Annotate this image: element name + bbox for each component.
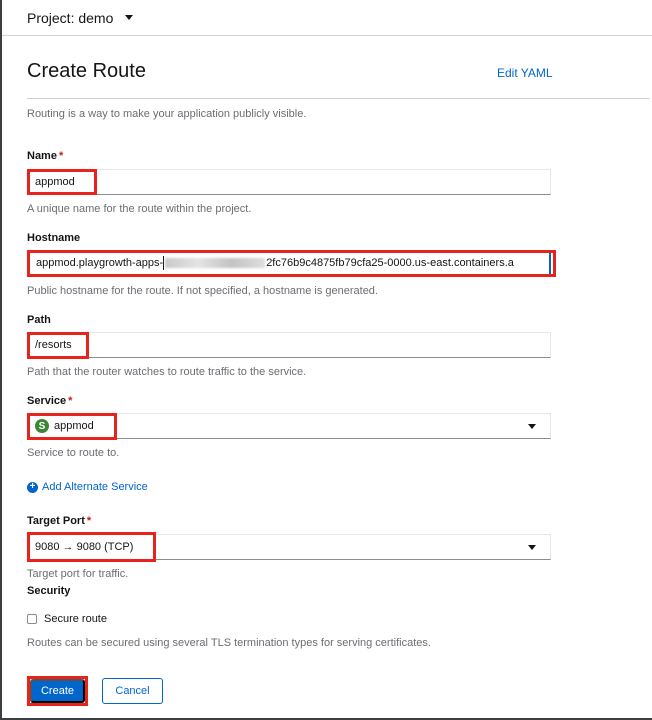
text-cursor xyxy=(163,256,165,270)
secure-route-row[interactable]: Secure route xyxy=(27,613,107,625)
project-selector[interactable]: Project: demo xyxy=(2,0,652,36)
required-marker: * xyxy=(86,515,92,527)
cancel-button[interactable]: Cancel xyxy=(102,678,163,704)
target-port-label-text: Target Port xyxy=(27,515,85,527)
target-port-label: Target Port * xyxy=(27,515,91,527)
required-marker: * xyxy=(58,150,64,162)
path-input[interactable]: /resorts xyxy=(27,332,551,358)
secure-route-checkbox[interactable] xyxy=(27,614,37,624)
service-icon: S xyxy=(35,419,49,433)
path-input-value: /resorts xyxy=(35,339,72,351)
name-help: A unique name for the route within the p… xyxy=(27,203,252,215)
service-help: Service to route to. xyxy=(27,447,120,459)
page-description: Routing is a way to make your applicatio… xyxy=(27,108,307,120)
name-input[interactable]: appmod xyxy=(27,169,551,195)
create-button[interactable]: Create xyxy=(30,679,85,703)
target-port-select[interactable]: 9080 → 9080 (TCP) xyxy=(27,534,551,560)
project-label[interactable]: Project: demo xyxy=(27,10,113,26)
path-label: Path xyxy=(27,314,51,326)
name-label-text: Name xyxy=(27,150,57,162)
service-select-value: appmod xyxy=(54,420,94,432)
path-help: Path that the router watches to route tr… xyxy=(27,366,307,378)
hostname-label: Hostname xyxy=(27,232,81,244)
security-label: Security xyxy=(27,585,71,597)
security-help: Routes can be secured using several TLS … xyxy=(27,637,431,649)
caret-down-icon[interactable] xyxy=(125,15,134,20)
add-alternate-service-link[interactable]: + Add Alternate Service xyxy=(27,481,148,493)
hostname-help: Public hostname for the route. If not sp… xyxy=(27,285,378,297)
redacted-region xyxy=(165,258,266,268)
required-marker: * xyxy=(68,395,73,407)
page-title: Create Route xyxy=(27,60,146,82)
service-select[interactable]: S appmod xyxy=(27,413,551,439)
name-label: Name * xyxy=(27,150,63,162)
service-label: Service * xyxy=(27,395,72,407)
caret-down-icon[interactable] xyxy=(528,424,536,429)
secure-route-label[interactable]: Secure route xyxy=(44,613,107,625)
service-label-text: Service xyxy=(27,395,67,407)
add-alternate-service-text: Add Alternate Service xyxy=(42,481,148,493)
caret-down-icon[interactable] xyxy=(528,545,536,550)
plus-circle-icon: + xyxy=(27,481,38,493)
hostname-input[interactable]: appmod.playgrowth-apps- 2fc76b9c4875fb79c… xyxy=(27,250,551,276)
hostname-value-suffix: 2fc76b9c4875fb79cfa25-0000.us-east.conta… xyxy=(266,257,514,269)
header-divider xyxy=(27,98,650,99)
target-port-help: Target port for traffic. xyxy=(27,568,129,580)
edit-yaml-link[interactable]: Edit YAML xyxy=(497,66,553,80)
target-port-value: 9080 → 9080 (TCP) xyxy=(35,541,134,553)
name-input-value: appmod xyxy=(35,176,75,188)
hostname-value-prefix: appmod.playgrowth-apps- xyxy=(36,257,164,269)
